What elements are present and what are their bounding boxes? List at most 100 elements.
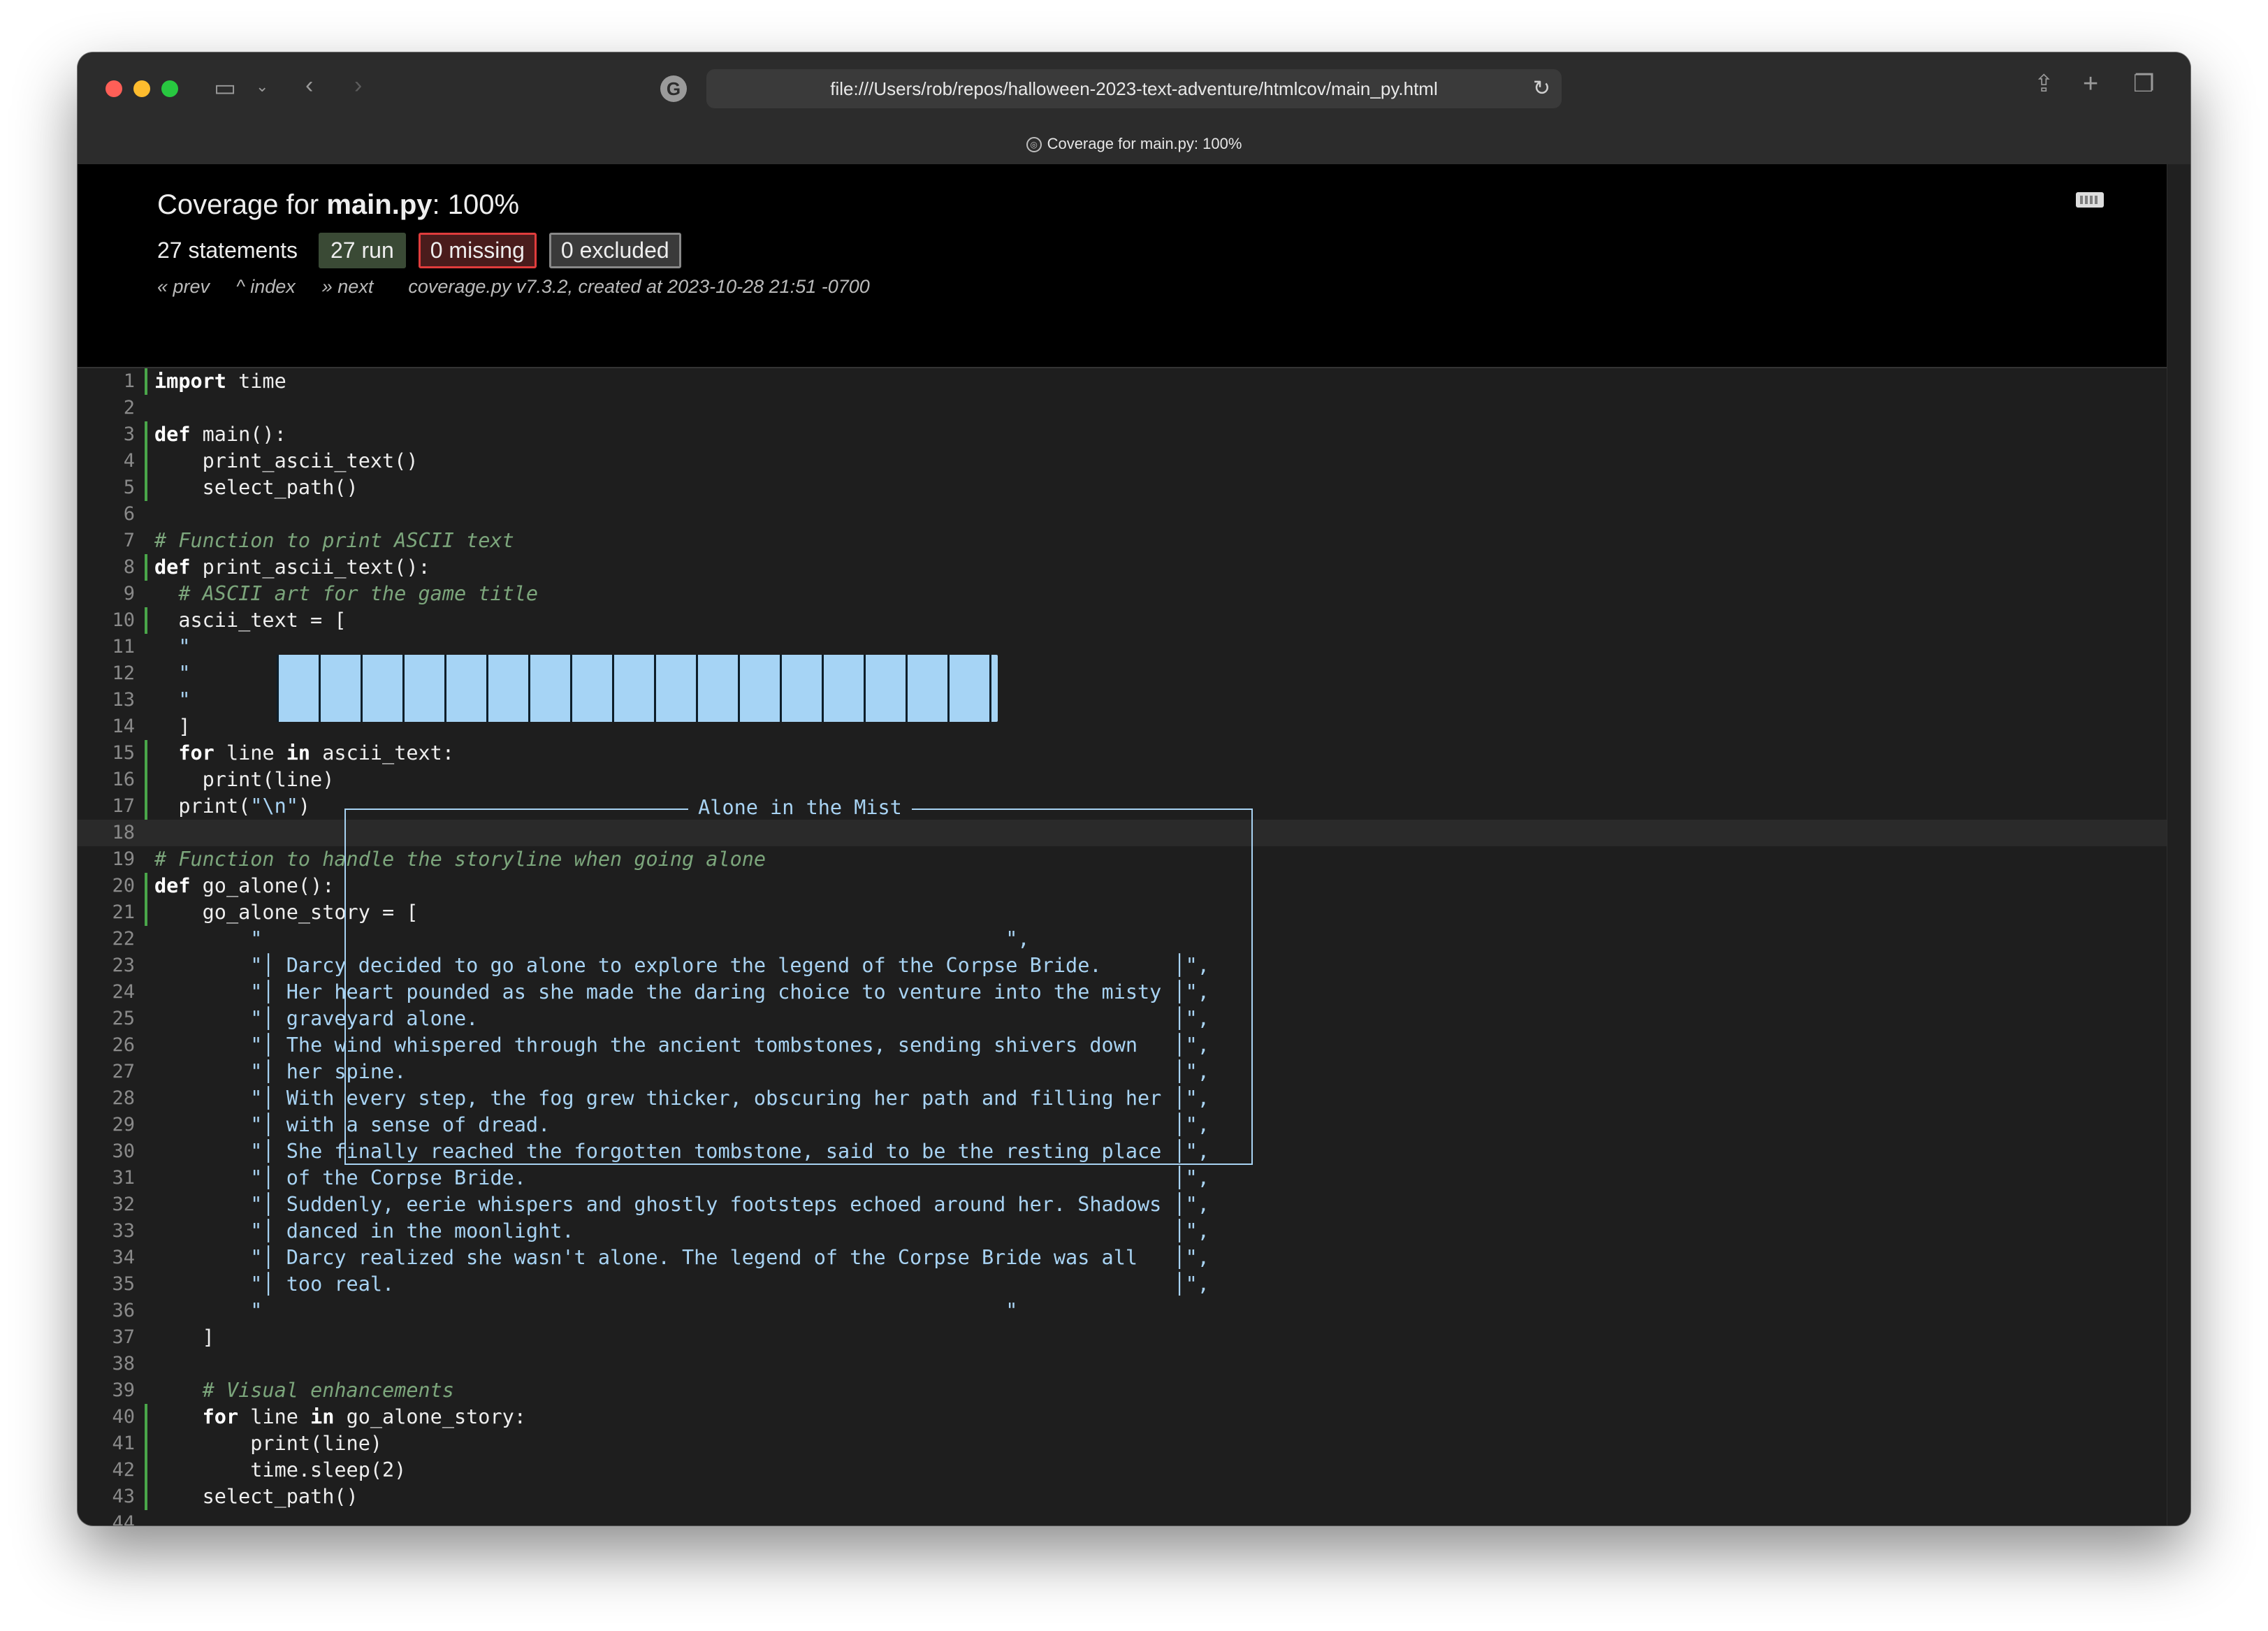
code-line: 32 "│ Suddenly, eerie whispers and ghost…	[78, 1191, 2167, 1218]
title-suffix: : 100%	[432, 189, 520, 220]
line-number[interactable]: 37	[106, 1324, 135, 1351]
line-number[interactable]: 23	[106, 952, 135, 979]
line-number[interactable]: 38	[106, 1351, 135, 1377]
line-number[interactable]: 22	[106, 926, 135, 952]
run-marker	[145, 1484, 147, 1510]
line-number[interactable]: 32	[106, 1191, 135, 1218]
index-link[interactable]: ^ index	[236, 276, 296, 298]
nav-links: « prev ^ index » next coverage.py v7.3.2…	[157, 276, 870, 298]
line-number[interactable]: 2	[106, 395, 135, 421]
run-marker	[145, 740, 147, 767]
line-number[interactable]: 36	[106, 1298, 135, 1324]
line-number[interactable]: 29	[106, 1112, 135, 1138]
run-marker	[145, 1457, 147, 1484]
line-number[interactable]: 25	[106, 1006, 135, 1032]
run-filter-button[interactable]: 27 run	[319, 233, 406, 268]
line-source: time.sleep(2)	[154, 1458, 407, 1481]
line-number[interactable]: 21	[106, 899, 135, 926]
address-bar[interactable]: file:///Users/rob/repos/halloween-2023-t…	[706, 69, 1562, 108]
line-source: # Visual enhancements	[202, 1379, 454, 1402]
line-number[interactable]: 12	[106, 660, 135, 687]
line-source: "	[178, 635, 191, 658]
url-text: file:///Users/rob/repos/halloween-2023-t…	[830, 78, 1438, 99]
line-number[interactable]: 3	[106, 421, 135, 448]
prev-link[interactable]: « prev	[157, 276, 210, 298]
line-number[interactable]: 5	[106, 474, 135, 501]
line-number[interactable]: 26	[106, 1032, 135, 1059]
line-number[interactable]: 9	[106, 581, 135, 607]
created-meta: coverage.py v7.3.2, created at 2023-10-2…	[408, 276, 870, 297]
line-number[interactable]: 10	[106, 607, 135, 634]
reload-icon[interactable]: ↻	[1533, 69, 1550, 108]
run-marker	[145, 767, 147, 793]
code-line: 44	[78, 1510, 2167, 1525]
line-number[interactable]: 28	[106, 1085, 135, 1112]
new-tab-icon[interactable]: +	[2083, 71, 2098, 97]
line-source: print(line)	[154, 1432, 383, 1455]
line-number[interactable]: 17	[106, 793, 135, 820]
line-number[interactable]: 30	[106, 1138, 135, 1165]
minimize-window-button[interactable]	[133, 80, 150, 97]
line-number[interactable]: 16	[106, 767, 135, 793]
code-line: 9 # ASCII art for the game title	[78, 581, 2167, 607]
line-number[interactable]: 11	[106, 634, 135, 660]
run-marker	[145, 368, 147, 395]
story-box-title: Alone in the Mist	[688, 796, 912, 819]
line-number[interactable]: 41	[106, 1430, 135, 1457]
line-number[interactable]: 44	[106, 1510, 135, 1525]
line-number[interactable]: 39	[106, 1377, 135, 1404]
sidebar-icon[interactable]: ▭	[214, 76, 236, 100]
back-icon[interactable]: ‹	[305, 73, 313, 97]
line-number[interactable]: 40	[106, 1404, 135, 1430]
code-line: 16 print(line)	[78, 767, 2167, 793]
line-number[interactable]: 18	[106, 820, 135, 846]
line-number[interactable]: 42	[106, 1457, 135, 1484]
page-title: Coverage for main.py: 100%	[157, 189, 519, 221]
line-source: def print_ascii_text():	[154, 556, 430, 579]
grammarly-icon[interactable]: G	[660, 75, 687, 102]
scrollbar[interactable]	[2167, 164, 2190, 1525]
missing-filter-button[interactable]: 0 missing	[418, 233, 537, 268]
line-number[interactable]: 34	[106, 1245, 135, 1271]
next-link[interactable]: » next	[322, 276, 374, 298]
line-number[interactable]: 33	[106, 1218, 135, 1245]
line-number[interactable]: 43	[106, 1484, 135, 1510]
statements-count: 27 statements	[157, 238, 298, 263]
code-line: 2	[78, 395, 2167, 421]
line-number[interactable]: 4	[106, 448, 135, 474]
code-line: 3 def main():	[78, 421, 2167, 448]
line-number[interactable]: 14	[106, 713, 135, 740]
line-number[interactable]: 27	[106, 1059, 135, 1085]
tabs-overview-icon[interactable]: ❐	[2133, 72, 2154, 96]
code-line: 38	[78, 1351, 2167, 1377]
line-number[interactable]: 15	[106, 740, 135, 767]
line-number[interactable]: 31	[106, 1165, 135, 1191]
tab-title: Coverage for main.py: 100%	[1047, 135, 1242, 152]
line-source: "	[178, 662, 191, 685]
excluded-filter-button[interactable]: 0 excluded	[548, 233, 681, 268]
line-number[interactable]: 35	[106, 1271, 135, 1298]
code-line: 42 time.sleep(2)	[78, 1457, 2167, 1484]
forward-icon[interactable]: ›	[354, 73, 362, 97]
line-number[interactable]: 8	[106, 554, 135, 581]
line-number[interactable]: 13	[106, 687, 135, 713]
line-number[interactable]: 24	[106, 979, 135, 1006]
line-source: def main():	[154, 423, 286, 446]
line-number[interactable]: 20	[106, 873, 135, 899]
line-number[interactable]: 6	[106, 501, 135, 528]
line-source: " "	[250, 1299, 1018, 1322]
run-marker	[145, 899, 147, 926]
share-icon[interactable]: ⇪	[2034, 72, 2054, 96]
keyboard-icon[interactable]	[2076, 192, 2104, 208]
active-tab[interactable]: ◎ Coverage for main.py: 100%	[78, 135, 2190, 153]
code-line: 6	[78, 501, 2167, 528]
line-number[interactable]: 19	[106, 846, 135, 873]
close-window-button[interactable]	[106, 80, 122, 97]
line-number[interactable]: 1	[106, 368, 135, 395]
chevron-down-icon[interactable]: ⌄	[256, 79, 268, 94]
line-source: print_ascii_text()	[154, 449, 419, 472]
zoom-window-button[interactable]	[161, 80, 178, 97]
compass-icon: ◎	[1026, 137, 1042, 153]
line-number[interactable]: 7	[106, 528, 135, 554]
code-line: 31 "│ of the Corpse Bride. │",	[78, 1165, 2167, 1191]
